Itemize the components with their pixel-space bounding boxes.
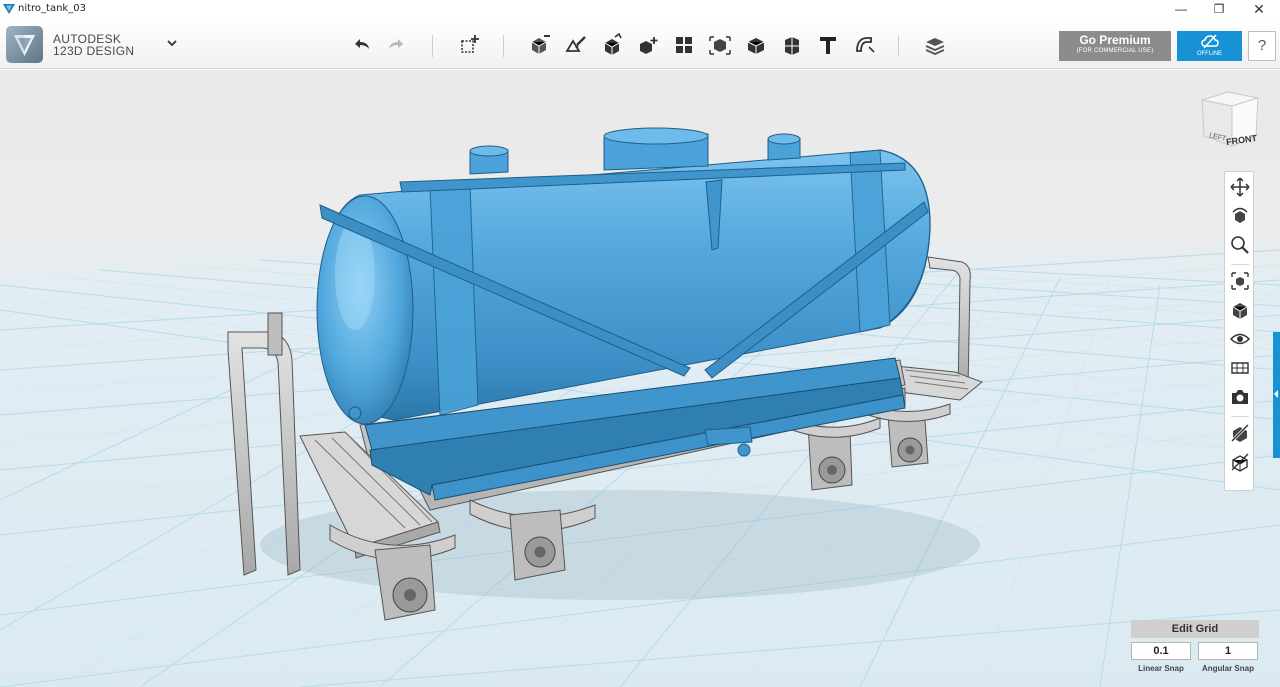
sketch-icon[interactable] (527, 32, 553, 58)
material-icon[interactable] (851, 32, 877, 58)
grouping-icon[interactable] (671, 32, 697, 58)
pattern-icon[interactable] (635, 32, 661, 58)
view-cube[interactable]: LEFT FRONT (1198, 90, 1260, 148)
edit-grid-button[interactable]: Edit Grid (1131, 620, 1259, 638)
navbar-divider (1231, 264, 1249, 265)
brand-product: 123D DESIGN (53, 44, 135, 58)
3d-viewport[interactable]: LEFT FRONT Edit Grid 0.1 1 Linear Snap A… (0, 70, 1280, 687)
linear-snap-label: Linear Snap (1138, 664, 1184, 673)
material-visibility-icon[interactable] (1229, 357, 1251, 379)
side-panel-toggle[interactable] (1273, 332, 1280, 458)
main-toolbar: AUTODESK 123D DESIGN Go Premium (FOR COM… (0, 19, 1280, 69)
offline-label: OFFLINE (1196, 51, 1223, 57)
maximize-button[interactable]: ❐ (1200, 0, 1238, 19)
snap-icon[interactable] (779, 32, 805, 58)
redo-icon[interactable] (383, 32, 409, 58)
toolbar-divider (898, 35, 899, 57)
minimize-button[interactable]: — (1162, 0, 1200, 19)
fit-icon[interactable] (1229, 270, 1251, 292)
hide-mesh-icon[interactable] (1229, 451, 1251, 473)
chevron-left-icon (1274, 390, 1278, 398)
scene-canvas[interactable] (0, 70, 1280, 687)
go-premium-button[interactable]: Go Premium (FOR COMMERCIAL USE) (1059, 31, 1171, 61)
app-menu[interactable]: AUTODESK 123D DESIGN (6, 25, 181, 65)
toolbar-divider (503, 35, 504, 57)
angular-snap-label: Angular Snap (1201, 664, 1254, 673)
undo-icon[interactable] (349, 32, 375, 58)
linear-snap-input[interactable]: 0.1 (1131, 642, 1191, 660)
view-icon[interactable] (1229, 299, 1251, 321)
toolbar-divider (432, 35, 433, 57)
help-button[interactable]: ? (1248, 31, 1276, 61)
angular-snap-input[interactable]: 1 (1198, 642, 1258, 660)
offline-button[interactable]: OFFLINE (1177, 31, 1242, 61)
text-icon[interactable] (815, 32, 841, 58)
close-button[interactable]: ✕ (1240, 0, 1278, 19)
modify-icon[interactable] (599, 32, 625, 58)
orbit-icon[interactable] (1229, 205, 1251, 227)
primitives-icon[interactable] (456, 32, 482, 58)
measure-icon[interactable] (743, 32, 769, 58)
construct-icon[interactable] (563, 32, 589, 58)
autodesk-logo-icon (6, 26, 43, 63)
navbar-divider (1231, 416, 1249, 417)
chevron-down-icon[interactable] (164, 35, 180, 51)
combine-icon[interactable] (707, 32, 733, 58)
go-premium-sublabel: (FOR COMMERCIAL USE) (1076, 48, 1154, 54)
pan-icon[interactable] (1229, 176, 1251, 198)
hide-solid-icon[interactable] (1229, 422, 1251, 444)
screenshot-icon[interactable] (1229, 386, 1251, 408)
go-premium-label: Go Premium (1079, 33, 1151, 47)
app-logo-icon (3, 4, 15, 14)
window-title: nitro_tank_03 (18, 3, 86, 14)
layers-icon[interactable] (922, 32, 948, 58)
cloud-offline-icon (1201, 34, 1219, 49)
zoom-icon[interactable] (1229, 234, 1251, 256)
visibility-icon[interactable] (1229, 328, 1251, 350)
navigation-bar (1224, 171, 1254, 491)
window-title-bar: nitro_tank_03 — ❐ ✕ (0, 0, 1280, 19)
